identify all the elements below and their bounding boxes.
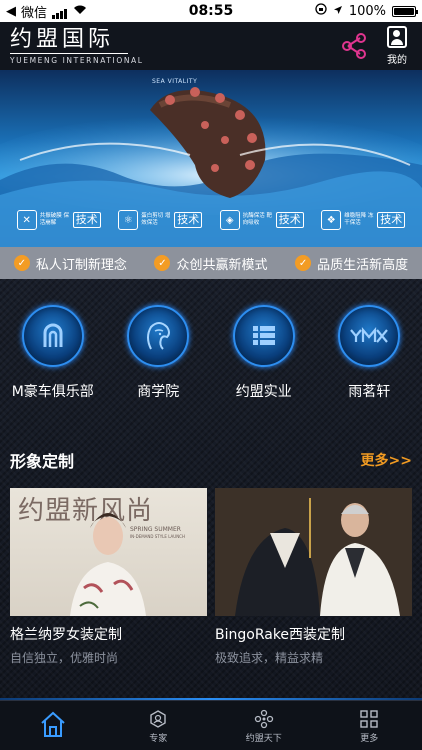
feature-label: 技术 [377, 212, 406, 228]
woman-face-icon [127, 305, 190, 367]
section-header: 形象定制 更多>> [10, 448, 412, 472]
category-car-club[interactable]: M豪车俱乐部 [3, 305, 103, 401]
slogan-item: ✓ 众创共赢新模式 [154, 254, 267, 273]
back-arrow-icon[interactable]: ◀ [6, 4, 16, 19]
tab-expert[interactable]: 专家 [106, 701, 212, 750]
wifi-icon [73, 4, 87, 19]
bottom-tab-bar: 专家 约盟天下 更多 [0, 698, 422, 750]
carrier-label: 微信 [21, 5, 48, 21]
status-bar: ◀ 微信 08:55 100% [0, 0, 422, 22]
card-title: 格兰纳罗女装定制 [10, 627, 122, 643]
feature-item: ◈ 抗酶保活 靶向吸收 技术 [219, 210, 304, 230]
expert-icon [150, 710, 166, 728]
product-card[interactable]: 约盟新风尚 SPRING SUMMER IN-DEMAND STYLE LAUN… [10, 488, 207, 666]
rotation-lock-icon [315, 3, 327, 19]
product-card[interactable]: BingoRake西装定制 极致追求，精益求精 [215, 488, 412, 666]
feature-item: ❖ 维稳阻降 冻干保活 技术 [321, 210, 406, 230]
feature-desc: 共振破膜 保活崩解 [39, 213, 69, 226]
banner-features: ✕ 共振破膜 保活崩解 技术 ⚛ 蛋白剪切 增效保活 技术 ◈ 抗酶保活 靶向吸… [0, 210, 422, 230]
card-subtitle: 自信独立，优雅时尚 [10, 651, 119, 665]
logo-divider [10, 52, 128, 54]
category-label: 约盟实业 [235, 384, 292, 400]
womenswear-image: 约盟新风尚 SPRING SUMMER IN-DEMAND STYLE LAUN… [10, 488, 207, 616]
cluster-icon: ❖ [321, 210, 342, 230]
tab-yuemeng-world[interactable]: 约盟天下 [211, 701, 317, 750]
slogan-item: ✓ 品质生活新高度 [295, 254, 408, 273]
more-link[interactable]: 更多>> [361, 450, 412, 470]
slogan-item: ✓ 私人订制新理念 [13, 254, 127, 273]
category-yuemeng-industry[interactable]: 约盟实业 [214, 305, 314, 401]
feature-label: 技术 [275, 212, 304, 228]
category-grid: M豪车俱乐部 商学院 约盟实业 雨茗轩 [0, 305, 422, 401]
battery-icon [392, 5, 418, 17]
app-logo: 约盟国际 YUEMENG INTERNATIONAL [0, 26, 144, 65]
user-profile-icon [387, 26, 407, 48]
feature-label: 技术 [72, 212, 101, 228]
app-header: 约盟国际 YUEMENG INTERNATIONAL 我的 [0, 22, 422, 70]
slogan-bar: ✓ 私人订制新理念 ✓ 众创共赢新模式 ✓ 品质生活新高度 [0, 247, 422, 279]
mine-button[interactable]: 我的 [380, 26, 414, 66]
section-title: 形象定制 [10, 452, 75, 471]
tab-label: 专家 [149, 734, 168, 744]
check-icon: ✓ [13, 255, 30, 271]
mine-label: 我的 [387, 55, 407, 66]
molecule-icon: ⚛ [118, 210, 139, 230]
battery-percent: 100% [348, 3, 386, 19]
product-cards: 约盟新风尚 SPRING SUMMER IN-DEMAND STYLE LAUN… [10, 488, 412, 666]
ymx-icon [338, 305, 401, 367]
grid-building-icon [232, 305, 295, 367]
feature-desc: 抗酶保活 靶向吸收 [242, 213, 272, 226]
slogan-text: 众创共赢新模式 [176, 257, 268, 273]
shield-icon: ◈ [219, 210, 240, 230]
network-icon [254, 709, 273, 729]
slogan-text: 品质生活新高度 [317, 257, 409, 273]
location-icon [333, 4, 343, 19]
promo-banner[interactable]: SEA VITALITY ✕ 共振破膜 保活崩解 技术 ⚛ 蛋白剪切 增效保活 … [0, 70, 422, 247]
category-label: M豪车俱乐部 [11, 384, 94, 400]
category-business-school[interactable]: 商学院 [108, 305, 208, 401]
check-icon: ✓ [154, 255, 171, 271]
card-subtitle: 极致追求，精益求精 [215, 651, 324, 665]
feature-item: ✕ 共振破膜 保活崩解 技术 [16, 210, 101, 230]
category-label: 商学院 [137, 384, 180, 400]
feature-desc: 维稳阻降 冻干保活 [344, 213, 374, 226]
clock: 08:55 [188, 3, 234, 19]
tab-home[interactable] [0, 701, 106, 750]
banner-tag: SEA VITALITY [152, 78, 198, 85]
check-icon: ✓ [295, 255, 312, 271]
suit-tailor-image [215, 488, 412, 616]
card-title: BingoRake西装定制 [215, 627, 346, 643]
car-club-icon [21, 305, 84, 367]
feature-label: 技术 [174, 212, 203, 228]
slogan-text: 私人订制新理念 [35, 257, 127, 273]
tab-label: 约盟天下 [245, 734, 282, 744]
feature-desc: 蛋白剪切 增效保活 [141, 213, 171, 226]
logo-english: YUEMENG INTERNATIONAL [10, 55, 144, 65]
home-icon [41, 711, 65, 737]
tab-label: 更多 [360, 734, 379, 744]
tailor-figure [215, 488, 412, 616]
dna-icon: ✕ [16, 210, 37, 230]
share-icon[interactable] [340, 32, 368, 60]
model-figure [70, 513, 146, 616]
category-label: 雨茗轩 [348, 384, 391, 400]
category-yumingxuan[interactable]: 雨茗轩 [319, 305, 419, 401]
logo-chinese: 约盟国际 [10, 26, 115, 52]
signal-icon [52, 4, 68, 19]
tab-more[interactable]: 更多 [317, 701, 422, 750]
apps-icon [360, 710, 378, 728]
feature-item: ⚛ 蛋白剪切 增效保活 技术 [118, 210, 203, 230]
